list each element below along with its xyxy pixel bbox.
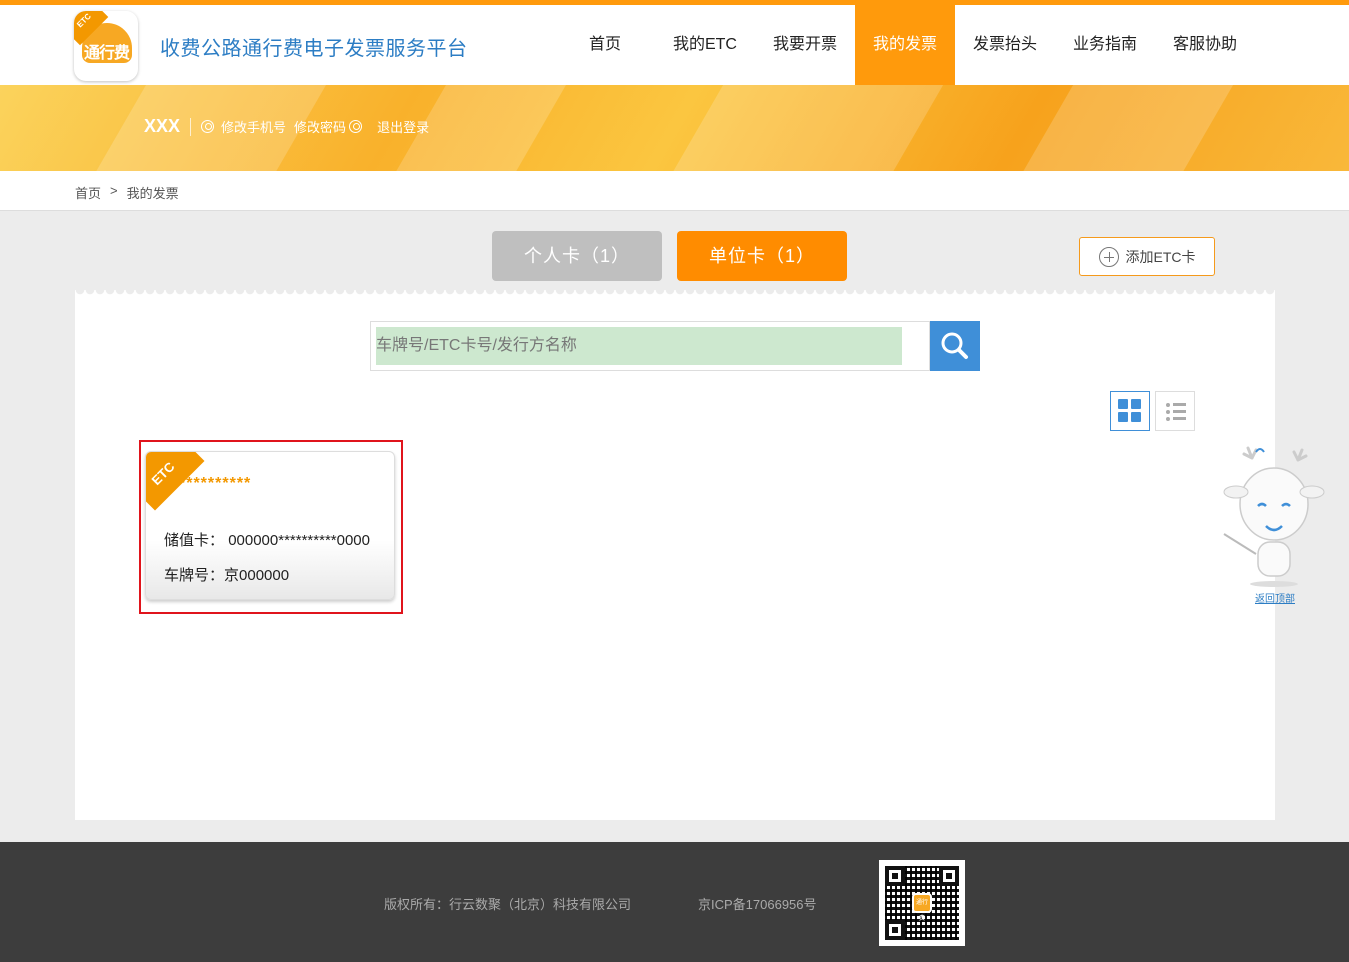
list-icon xyxy=(1173,417,1186,420)
list-icon xyxy=(1166,417,1170,421)
change-phone-link[interactable]: 修改手机号 xyxy=(201,117,286,136)
etc-card[interactable]: ETC ********** 储值卡： 000000**********0000… xyxy=(145,451,395,600)
qr-finder xyxy=(885,920,905,940)
nav-issue-invoice[interactable]: 我要开票 xyxy=(755,5,855,85)
grid-icon xyxy=(1118,399,1128,409)
logout-label: 退出登录 xyxy=(377,120,430,135)
nav-customer-service[interactable]: 客服协助 xyxy=(1155,5,1255,85)
qr-finder xyxy=(885,866,905,886)
search-input[interactable] xyxy=(376,327,902,365)
add-etc-card-button[interactable]: 添加ETC卡 xyxy=(1079,237,1215,276)
grid-icon xyxy=(1131,412,1141,422)
qr-logo: 通行费 xyxy=(912,893,932,922)
search-box xyxy=(370,321,930,371)
back-to-top-label[interactable]: 返回顶部 xyxy=(1255,590,1295,605)
change-password-label: 修改密码 xyxy=(294,120,347,135)
breadcrumb: 首页 > 我的发票 xyxy=(75,183,179,202)
site-title: 收费公路通行费电子发票服务平台 xyxy=(160,38,468,60)
tab-personal-cards[interactable]: 个人卡（1） xyxy=(492,231,662,281)
plus-circle-icon xyxy=(1098,246,1119,267)
card-owner-name: ********** xyxy=(179,475,252,492)
breadcrumb-current: 我的发票 xyxy=(126,186,179,201)
list-view-button[interactable] xyxy=(1155,391,1195,431)
site-footer: 版权所有：行云数聚（北京）科技有限公司 京ICP备17066956号 通行费 xyxy=(0,842,1349,962)
nav-business-guide[interactable]: 业务指南 xyxy=(1055,5,1155,85)
user-banner: XXX 修改手机号 修改密码 退出登录 xyxy=(0,85,1349,171)
footer-copyright: 版权所有：行云数聚（北京）科技有限公司 xyxy=(384,897,632,912)
breadcrumb-home[interactable]: 首页 xyxy=(75,183,101,202)
list-icon xyxy=(1173,410,1186,413)
banner-decoration xyxy=(659,85,961,171)
deer-mascot-icon xyxy=(1223,446,1325,587)
plate-number: 京000000 xyxy=(224,567,290,584)
tab-unit-cards[interactable]: 单位卡（1） xyxy=(677,231,847,281)
qr-finder xyxy=(939,866,959,886)
change-phone-label: 修改手机号 xyxy=(221,120,287,135)
footer-icp[interactable]: 京ICP备17066956号 xyxy=(698,894,817,913)
logo-text: 通行费 xyxy=(84,45,130,62)
card-number: 000000**********0000 xyxy=(228,532,370,549)
user-icon xyxy=(349,120,363,133)
back-to-top-mascot[interactable] xyxy=(1222,446,1326,604)
grid-icon xyxy=(1131,399,1141,409)
divider xyxy=(190,117,192,136)
main-nav: 首页 我的ETC 我要开票 我的发票 发票抬头 业务指南 客服协助 xyxy=(555,5,1255,85)
breadcrumb-bar: 首页 > 我的发票 xyxy=(0,171,1349,211)
search-icon xyxy=(941,332,968,359)
user-name: XXX xyxy=(144,116,181,136)
site-header: 通行费 ETC 收费公路通行费电子发票服务平台 首页 我的ETC 我要开票 我的… xyxy=(0,5,1349,85)
card-plate-row: 车牌号：京000000 xyxy=(164,564,289,585)
list-icon xyxy=(1166,403,1170,407)
card-number-row: 储值卡： 000000**********0000 xyxy=(164,529,370,550)
nav-invoice-title[interactable]: 发票抬头 xyxy=(955,5,1055,85)
nav-home[interactable]: 首页 xyxy=(555,5,655,85)
banner-decoration xyxy=(1015,85,1245,171)
plate-label: 车牌号： xyxy=(164,567,225,584)
grid-icon xyxy=(1118,412,1128,422)
nav-my-etc[interactable]: 我的ETC xyxy=(655,5,755,85)
add-etc-label: 添加ETC卡 xyxy=(1125,248,1196,265)
change-password-link[interactable]: 修改密码 xyxy=(294,117,369,136)
qr-code: 通行费 xyxy=(879,860,965,946)
user-icon xyxy=(201,120,215,133)
nav-my-invoices[interactable]: 我的发票 xyxy=(855,5,955,85)
card-type-label: 储值卡： xyxy=(164,532,225,549)
grid-view-button[interactable] xyxy=(1110,391,1150,431)
site-logo[interactable]: 通行费 ETC xyxy=(74,11,138,81)
list-icon xyxy=(1166,410,1170,414)
user-info-row: XXX 修改手机号 修改密码 退出登录 xyxy=(144,116,437,137)
list-icon xyxy=(1173,403,1186,406)
search-button[interactable] xyxy=(930,321,980,371)
breadcrumb-separator: > xyxy=(110,183,118,198)
qr-pattern: 通行费 xyxy=(885,866,959,940)
logout-link[interactable]: 退出登录 xyxy=(377,117,429,136)
